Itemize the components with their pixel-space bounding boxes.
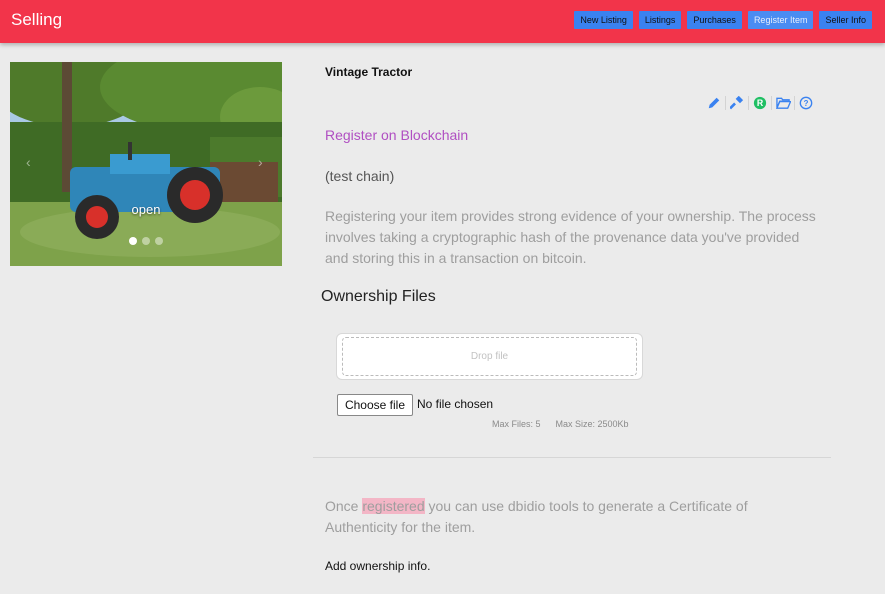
folder-open-icon[interactable]: [775, 95, 791, 111]
item-toolbar: R ?: [706, 95, 814, 111]
new-listing-button[interactable]: New Listing: [574, 11, 633, 29]
svg-text:?: ?: [804, 99, 809, 108]
carousel-prev-icon[interactable]: ‹: [26, 154, 31, 170]
carousel-dot[interactable]: [155, 237, 163, 245]
top-nav: New Listing Listings Purchases Register …: [574, 11, 872, 29]
register-description: Registering your item provides strong ev…: [325, 208, 816, 266]
seller-info-button[interactable]: Seller Info: [819, 11, 872, 29]
file-status: No file chosen: [417, 397, 494, 411]
register-on-blockchain-link[interactable]: Register on Blockchain: [325, 127, 468, 143]
gavel-icon[interactable]: [729, 95, 745, 111]
listings-button[interactable]: Listings: [638, 11, 682, 29]
registered-icon[interactable]: R: [752, 95, 768, 111]
add-ownership-info-link[interactable]: Add ownership info.: [325, 559, 430, 573]
tractor-photo: [10, 62, 282, 266]
toolbar-divider: [748, 96, 749, 110]
purchases-button[interactable]: Purchases: [687, 11, 742, 29]
upload-limits: Max Files: 5 Max Size: 2500Kb: [492, 419, 629, 429]
item-title: Vintage Tractor: [325, 65, 413, 79]
choose-file-button[interactable]: Choose file: [337, 394, 413, 416]
toolbar-divider: [794, 96, 795, 110]
toolbar-divider: [725, 96, 726, 110]
carousel-dot[interactable]: [142, 237, 150, 245]
image-carousel[interactable]: ‹ › open: [10, 62, 282, 266]
certificate-note-start: Once: [325, 498, 363, 514]
dropzone-label[interactable]: Drop file: [342, 337, 637, 376]
open-image-label[interactable]: open: [10, 202, 282, 217]
toolbar-divider: [771, 96, 772, 110]
top-bar: Selling New Listing Listings Purchases R…: [0, 0, 885, 43]
svg-text:R: R: [757, 98, 764, 108]
max-size-label: Max Size: 2500Kb: [555, 419, 629, 429]
file-dropzone[interactable]: Drop file: [336, 333, 643, 380]
chain-label: (test chain): [325, 168, 395, 184]
section-divider: [313, 457, 831, 458]
certificate-note: Once registered you can use dbidio tools…: [325, 496, 795, 538]
carousel-next-icon[interactable]: ›: [258, 154, 263, 170]
max-files-label: Max Files: 5: [492, 419, 541, 429]
registered-highlight: registered: [362, 498, 425, 514]
ownership-files-heading: Ownership Files: [321, 288, 436, 305]
carousel-dot[interactable]: [129, 237, 137, 245]
pencil-icon[interactable]: [706, 95, 722, 111]
register-item-button[interactable]: Register Item: [747, 11, 814, 29]
question-icon[interactable]: ?: [798, 95, 814, 111]
page-title: Selling: [11, 10, 63, 29]
carousel-dots: [129, 237, 163, 245]
